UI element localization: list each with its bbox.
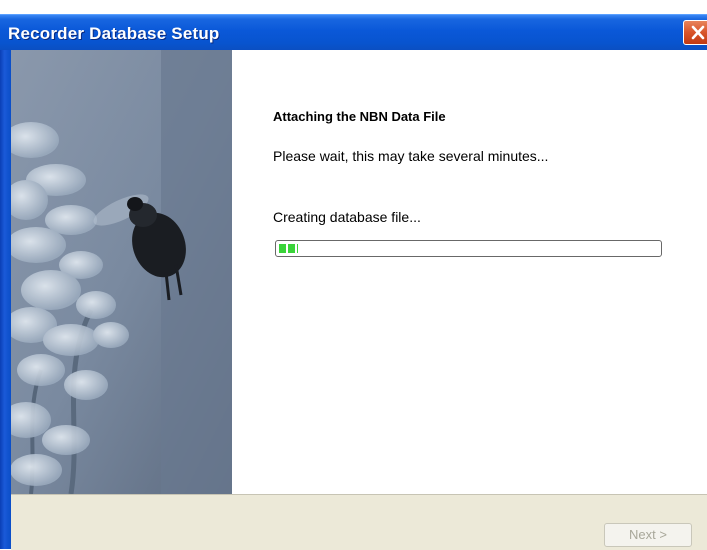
title-bar[interactable]: Recorder Database Setup — [0, 14, 707, 50]
wizard-content: Attaching the NBN Data File Please wait,… — [232, 50, 707, 494]
wait-message: Please wait, this may take several minut… — [273, 148, 549, 164]
button-footer: Next > — [11, 494, 707, 550]
side-banner-image — [11, 50, 232, 494]
progress-bar-fill — [279, 244, 298, 253]
bumblebee-on-flowers-image — [11, 50, 232, 494]
window-title: Recorder Database Setup — [8, 24, 220, 43]
page-heading: Attaching the NBN Data File — [273, 109, 446, 124]
desktop-strip — [0, 0, 707, 14]
close-button[interactable] — [683, 20, 707, 45]
close-x-icon — [691, 25, 705, 40]
next-button[interactable]: Next > — [604, 523, 692, 547]
progress-bar — [275, 240, 662, 257]
status-text: Creating database file... — [273, 209, 421, 225]
window-left-border — [0, 50, 11, 549]
setup-window: Recorder Database Setup Attaching the NB… — [0, 14, 707, 550]
